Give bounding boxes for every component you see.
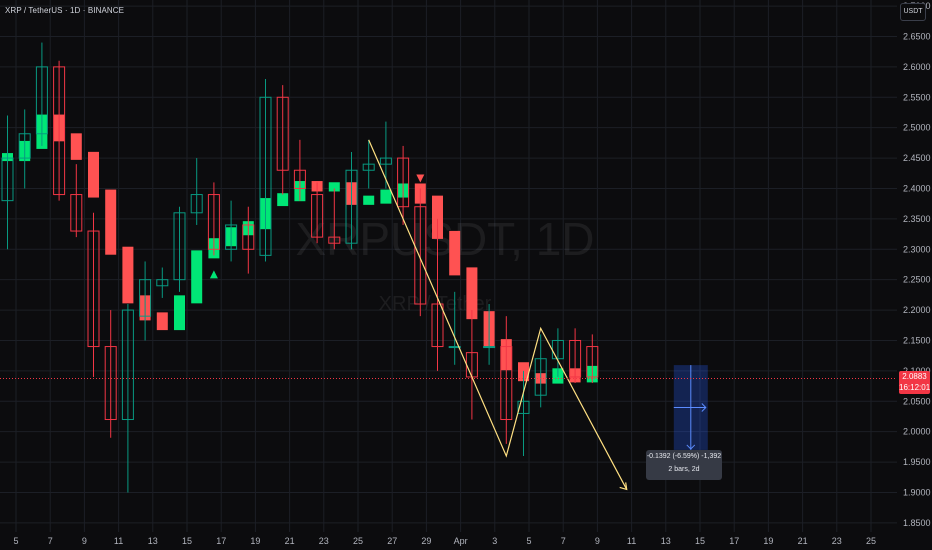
x-tick-label: 19	[763, 536, 773, 546]
trend-ribbon-block	[277, 193, 289, 207]
x-tick-label: 13	[661, 536, 671, 546]
measure-duration: 2 bars, 2d	[668, 466, 700, 473]
x-tick-label: 25	[353, 536, 363, 546]
x-tick-label: 7	[48, 536, 53, 546]
price-axis[interactable]: 1.85001.90001.95002.00002.05002.10002.15…	[903, 1, 931, 528]
y-tick-label: 2.3500	[903, 214, 931, 224]
candle-series[interactable]	[1, 42, 599, 493]
trend-ribbon-block	[449, 230, 461, 276]
trend-ribbon-block	[174, 295, 185, 331]
x-tick-label: 23	[832, 536, 842, 546]
symbol-header[interactable]: XRP / TetherUS · 1D · BINANCE	[5, 6, 124, 15]
measure-tooltip: -0.1392 (-6.59%) -1,392 2 bars, 2d	[646, 450, 722, 480]
y-tick-label: 2.5500	[903, 92, 931, 102]
chart-window: XRPUSDT, 1D XRP / Tether 1.8500 1.9000 1.9…	[0, 0, 932, 550]
trend-ribbon-block	[122, 246, 134, 304]
x-tick-label: 13	[148, 536, 158, 546]
x-tick-label: 15	[182, 536, 192, 546]
x-tick-label: 9	[595, 536, 600, 546]
x-tick-label: 25	[866, 536, 876, 546]
y-tick-label: 2.6500	[903, 31, 931, 41]
x-tick-label: 19	[250, 536, 260, 546]
x-tick-label: 17	[216, 536, 226, 546]
measure-change: -0.1392 (-6.59%) -1,392	[646, 453, 722, 460]
y-tick-label: 2.2500	[903, 275, 931, 285]
last-price-value: 2.0883	[902, 372, 927, 381]
y-tick-label: 2.4000	[903, 183, 931, 193]
x-tick-label: 5	[526, 536, 531, 546]
x-tick-label: 21	[798, 536, 808, 546]
x-tick-label: 11	[114, 536, 123, 546]
y-tick-label: 1.8500	[903, 518, 931, 528]
y-tick-label: 2.6000	[903, 62, 931, 72]
y-tick-label: 2.4500	[903, 153, 931, 163]
time-axis[interactable]: 5 7 9 11 13 15 17 19 21 23 25 27 29 Apr 3 5 7 9 11 13 15 17 19…	[13, 536, 876, 546]
trend-ribbon-block	[363, 195, 375, 205]
watermark-symbol: XRPUSDT, 1D	[295, 213, 594, 265]
y-tick-label: 2.3000	[903, 244, 931, 254]
x-tick-label: 3	[492, 536, 497, 546]
y-tick-label: 1.9000	[903, 487, 931, 497]
x-tick-label: 17	[729, 536, 739, 546]
x-tick-label: 29	[421, 536, 431, 546]
buy-signal-icon	[209, 270, 218, 279]
trend-ribbon-block	[380, 189, 392, 204]
y-tick-label: 2.0500	[903, 396, 931, 406]
sell-signal-icon	[416, 174, 425, 183]
trend-ribbon-block	[191, 250, 203, 304]
y-tick-label: 1.9500	[903, 457, 931, 467]
currency-button[interactable]: USDT	[900, 3, 926, 21]
x-tick-label: 9	[82, 536, 87, 546]
trend-ribbon-block	[156, 312, 168, 331]
y-tick-label: 2.0000	[903, 427, 931, 437]
y-tick-label: 2.5000	[903, 123, 931, 133]
trend-ribbon-block	[88, 151, 99, 198]
price-chart[interactable]: XRPUSDT, 1D XRP / Tether 1.85001.90001.9…	[0, 0, 932, 550]
x-tick-label: Apr	[454, 536, 468, 546]
grid	[0, 0, 897, 532]
last-price-badge: 2.0883 16:12:01	[899, 371, 930, 394]
candle-body[interactable]	[483, 346, 496, 349]
x-tick-label: 7	[561, 536, 566, 546]
bar-countdown: 16:12:01	[899, 383, 931, 392]
x-tick-label: 15	[695, 536, 705, 546]
y-tick-label: 2.2000	[903, 305, 931, 315]
y-tick-label: 2.1500	[903, 335, 931, 345]
x-tick-label: 27	[387, 536, 397, 546]
trend-ribbon-block	[105, 189, 117, 255]
x-tick-label: 11	[627, 536, 636, 546]
x-tick-label: 21	[285, 536, 295, 546]
x-tick-label: 23	[319, 536, 329, 546]
x-tick-label: 5	[13, 536, 18, 546]
